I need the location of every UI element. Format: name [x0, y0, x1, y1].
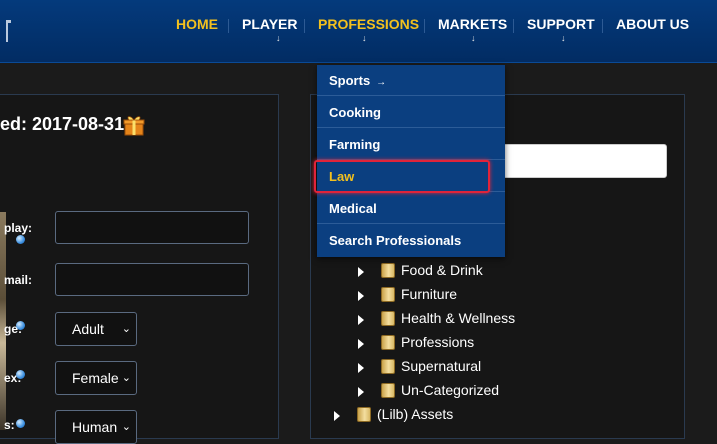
folder-icon — [381, 335, 395, 350]
nav-home[interactable]: HOME — [176, 16, 218, 32]
menu-item-label: Search Professionals — [329, 233, 462, 248]
chevron-down-icon: ⌄ — [121, 421, 131, 433]
menu-item-label: Medical — [329, 201, 377, 216]
tree-item-label: (Lilb) Assets — [377, 406, 454, 422]
sex-select[interactable]: Female ⌄ — [55, 361, 137, 395]
nav-markets[interactable]: MARKETS — [438, 16, 507, 32]
info-icon[interactable] — [16, 370, 25, 379]
tree-item-label: Furniture — [401, 286, 458, 302]
menu-item-sports[interactable]: Sports → — [317, 65, 505, 96]
profile-image-edge — [0, 212, 6, 430]
folder-icon — [381, 311, 395, 326]
nav-separator — [513, 19, 514, 33]
menu-item-label: Cooking — [329, 105, 381, 120]
nav-professions-chevron-icon: ↓ — [362, 33, 367, 43]
nav-separator — [304, 19, 305, 33]
nav-player[interactable]: PLAYER — [242, 16, 298, 32]
nav-player-chevron-icon: ↓ — [276, 33, 281, 43]
menu-item-search-professionals[interactable]: Search Professionals — [317, 225, 505, 256]
display-name-field[interactable] — [55, 211, 249, 244]
caret-right-icon[interactable] — [358, 291, 364, 301]
menu-item-cooking[interactable]: Cooking — [317, 97, 505, 128]
folder-icon — [357, 407, 371, 422]
nav-support-chevron-icon: ↓ — [561, 33, 566, 43]
email-label: mail: — [4, 273, 33, 287]
display-name-label: play: — [4, 221, 33, 235]
chevron-down-icon: ⌄ — [121, 323, 131, 335]
tree-item-label: Health & Wellness — [401, 310, 516, 326]
species-select[interactable]: Human ⌄ — [55, 410, 137, 444]
tree-item-label: Food & Drink — [401, 262, 483, 278]
logo[interactable] — [0, 20, 8, 42]
folder-icon — [381, 359, 395, 374]
registered-date: ed: 2017-08-31 — [0, 114, 125, 134]
search-input[interactable] — [480, 144, 667, 178]
tree-item-label: Un-Categorized — [401, 382, 500, 398]
tree-item-label: Supernatural — [401, 358, 482, 374]
menu-item-label: Sports — [329, 73, 371, 88]
menu-item-farming[interactable]: Farming — [317, 129, 505, 160]
menu-item-medical[interactable]: Medical — [317, 193, 505, 224]
age-select[interactable]: Adult ⌄ — [55, 312, 137, 346]
nav-markets-chevron-icon: ↓ — [471, 33, 476, 43]
nav-separator — [424, 19, 425, 33]
nav-support[interactable]: SUPPORT — [527, 16, 595, 32]
caret-right-icon[interactable] — [358, 315, 364, 325]
species-select-value: Human — [72, 419, 118, 435]
top-navbar: HOME PLAYER ↓ PROFESSIONS ↓ MARKETS ↓ SU… — [0, 0, 717, 63]
folder-icon — [381, 287, 395, 302]
folder-icon — [381, 383, 395, 398]
tree-item-label: Professions — [401, 334, 475, 350]
info-icon[interactable] — [16, 419, 25, 428]
nav-professions[interactable]: PROFESSIONS — [318, 16, 419, 32]
submenu-arrow-icon: → — [376, 77, 387, 88]
logo-mark — [8, 20, 11, 23]
info-icon[interactable] — [16, 321, 25, 330]
selection-highlight — [314, 160, 490, 193]
sex-select-value: Female — [72, 370, 119, 386]
email-field[interactable] — [55, 263, 249, 296]
nav-about-us[interactable]: ABOUT US — [616, 16, 689, 32]
chevron-down-icon: ⌄ — [121, 372, 131, 384]
caret-right-icon[interactable] — [358, 387, 364, 397]
nav-separator — [602, 19, 603, 33]
caret-right-icon[interactable] — [358, 267, 364, 277]
info-icon[interactable] — [16, 235, 25, 244]
caret-right-icon[interactable] — [358, 339, 364, 349]
gift-icon — [123, 116, 145, 136]
nav-separator — [228, 19, 229, 33]
age-select-value: Adult — [72, 321, 104, 337]
caret-right-icon[interactable] — [334, 411, 340, 421]
menu-item-label: Farming — [329, 137, 381, 152]
folder-icon — [381, 263, 395, 278]
caret-right-icon[interactable] — [358, 363, 364, 373]
